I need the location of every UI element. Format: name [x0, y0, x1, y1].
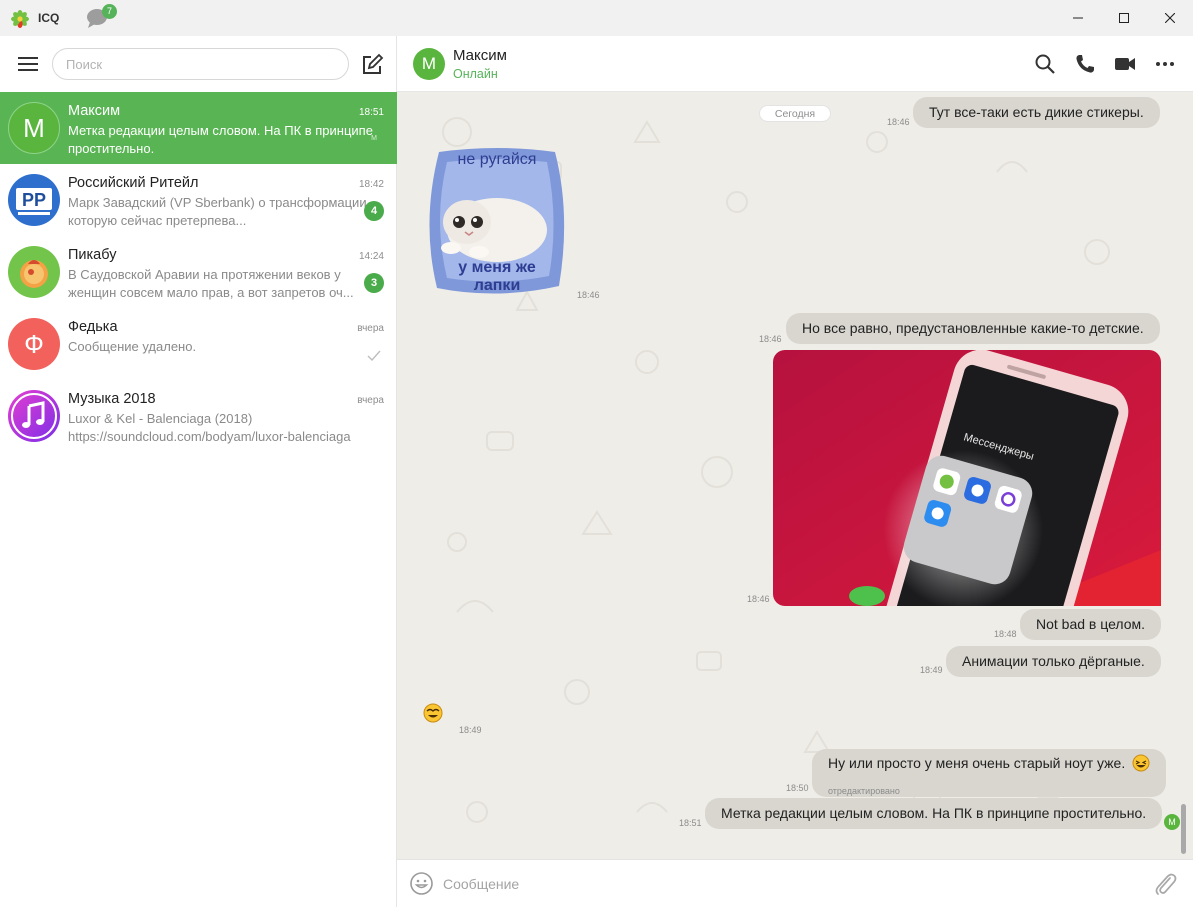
- read-receipt-avatar: М: [371, 135, 377, 142]
- chat-time: вчера: [357, 323, 384, 334]
- chat-item-fedka[interactable]: Ф Федька вчера Сообщение удалено.: [0, 308, 397, 380]
- chat-preview: Метка редакции целым словом. На ПК в при…: [68, 123, 373, 156]
- chat-time: 18:51: [358, 107, 384, 118]
- pikabu-logo-icon: [20, 260, 48, 288]
- chat-time: 18:42: [358, 179, 384, 190]
- compose-icon[interactable]: [360, 53, 384, 77]
- message-time: 18:48: [994, 629, 1017, 639]
- avatar: М: [8, 102, 60, 154]
- chat-list: М Максим 18:51 Метка редакции целым слов…: [0, 92, 397, 452]
- paperclip-icon[interactable]: [1153, 871, 1177, 897]
- maximize-button[interactable]: [1101, 0, 1147, 36]
- message-bubble[interactable]: Метка редакции целым словом. На ПК в при…: [705, 798, 1163, 829]
- message-time: 18:46: [577, 290, 600, 300]
- chat-time: вчера: [357, 395, 384, 406]
- contact-avatar[interactable]: М: [413, 48, 445, 80]
- chat-name: Федька: [68, 319, 118, 335]
- music-note-icon: [11, 393, 57, 439]
- minimize-icon: [1073, 17, 1083, 19]
- chat-preview: Марк Завадский (VP Sberbank) о трансформ…: [68, 195, 371, 228]
- retail-logo-icon: РР: [16, 188, 52, 215]
- app-title: ICQ: [38, 11, 60, 25]
- message-text: Ну или просто у меня очень старый ноут у…: [828, 755, 1126, 771]
- avatar: Ф: [8, 318, 60, 370]
- message-time: 18:50: [786, 783, 809, 793]
- more-options-icon[interactable]: [1153, 52, 1177, 76]
- chat-preview: В Саудовской Аравии на протяжении веков …: [68, 267, 354, 300]
- chat-item-pikabu[interactable]: Пикабу 14:24 В Саудовской Аравии на прот…: [0, 236, 397, 308]
- chat-item-rossiyskiy-riteyl[interactable]: РР Российский Ритейл 18:42 Марк Завадски…: [0, 164, 397, 236]
- unread-badge: 3: [364, 273, 384, 293]
- chat-preview: Сообщение удалено.: [68, 339, 197, 354]
- search-input[interactable]: [52, 48, 349, 80]
- message-bubble[interactable]: Ну или просто у меня очень старый ноут у…: [812, 749, 1167, 797]
- phone-icon[interactable]: [1073, 52, 1097, 76]
- message-composer: [397, 859, 1193, 907]
- smiley-icon[interactable]: [409, 871, 434, 896]
- search-icon[interactable]: [1033, 52, 1057, 76]
- chat-name: Российский Ритейл: [68, 175, 199, 191]
- message-bubble[interactable]: Not bad в целом.: [1020, 609, 1162, 640]
- read-receipt-avatar: М: [1164, 814, 1180, 830]
- contact-status: Онлайн: [453, 67, 498, 81]
- sticker-text: у меня же: [458, 259, 536, 276]
- date-separator: Сегодня: [759, 105, 831, 122]
- chat-time: 14:24: [358, 251, 384, 262]
- cat-sticker[interactable]: не ругайся у меня же лапки: [421, 144, 573, 300]
- emoji-sticker-icon[interactable]: [423, 703, 443, 723]
- message-bubble[interactable]: Тут все-таки есть дикие стикеры.: [913, 97, 1160, 128]
- video-camera-icon[interactable]: [1113, 52, 1137, 76]
- avatar-letters: РР: [22, 190, 46, 210]
- message-time: 18:46: [759, 334, 782, 344]
- chat-item-muzyka-2018[interactable]: Музыка 2018 вчера Luxor & Kel - Balencia…: [0, 380, 397, 452]
- icq-flower-icon: [11, 10, 29, 28]
- message-time: 18:46: [887, 117, 910, 127]
- chat-name: Пикабу: [68, 247, 117, 263]
- chat-name: Музыка 2018: [68, 391, 156, 407]
- chat-header: М Максим Онлайн: [397, 36, 1193, 92]
- message-time: 18:46: [747, 594, 770, 604]
- notification-badge: 7: [102, 4, 117, 19]
- maximize-icon: [1119, 13, 1129, 23]
- unread-badge: 4: [364, 201, 384, 221]
- close-icon: [1165, 13, 1175, 23]
- sidebar: М Максим 18:51 Метка редакции целым слов…: [0, 36, 397, 907]
- avatar: [8, 246, 60, 298]
- message-time: 18:49: [459, 725, 482, 735]
- chat-item-maksim[interactable]: М Максим 18:51 Метка редакции целым слов…: [0, 92, 397, 164]
- chat-preview: Luxor & Kel - Balenciaga (2018) https://…: [68, 411, 351, 444]
- avatar: [8, 390, 60, 442]
- contact-name[interactable]: Максим: [453, 47, 507, 64]
- sidebar-header: [0, 36, 397, 92]
- message-time: 18:51: [679, 818, 702, 828]
- minimize-button[interactable]: [1055, 0, 1101, 36]
- message-area: Сегодня 18:46 Тут все-таки есть дикие ст…: [397, 92, 1193, 859]
- hamburger-menu-icon[interactable]: [17, 54, 39, 74]
- sticker-text: лапки: [474, 277, 521, 294]
- chat-name: Максим: [68, 103, 121, 119]
- message-bubble[interactable]: Анимации только дёрганые.: [946, 646, 1161, 677]
- message-bubble[interactable]: Но все равно, предустановленные какие-то…: [786, 313, 1160, 344]
- title-bar: ICQ 7: [0, 0, 1193, 36]
- check-icon: [367, 350, 381, 362]
- scrollbar[interactable]: [1181, 804, 1186, 854]
- laughing-emoji-icon: [1132, 754, 1150, 772]
- message-input[interactable]: [443, 870, 1133, 898]
- close-button[interactable]: [1147, 0, 1193, 36]
- sticker-text: не ругайся: [458, 151, 537, 168]
- message-time: 18:49: [920, 665, 943, 675]
- phone-photo[interactable]: Мессенджеры: [773, 350, 1161, 606]
- avatar: РР: [8, 174, 60, 226]
